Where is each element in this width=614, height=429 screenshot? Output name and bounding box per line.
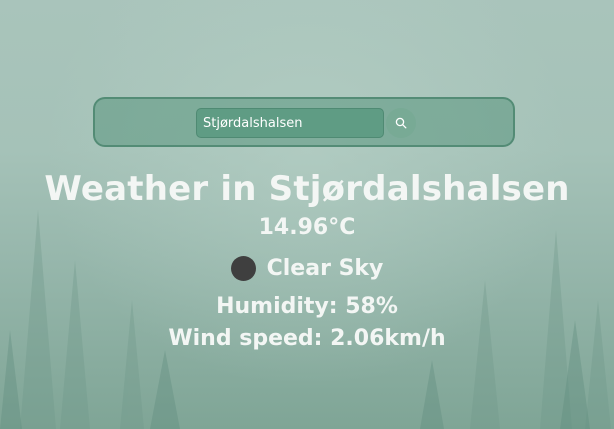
search-bar [93, 97, 515, 147]
weather-panel: Weather in Stjørdalshalsen 14.96°C Clear… [0, 168, 614, 354]
search-button[interactable] [386, 108, 416, 138]
weather-condition-icon [230, 255, 256, 281]
weather-description: Clear Sky [266, 255, 384, 281]
city-title: Weather in Stjørdalshalsen [44, 169, 570, 209]
weather-description-row: Clear Sky [0, 252, 614, 284]
humidity: Humidity: 58% [216, 294, 398, 319]
search-icon [395, 117, 407, 129]
search-input[interactable] [196, 108, 384, 138]
wind-speed: Wind speed: 2.06km/h [168, 326, 446, 351]
temperature: 14.96°C [258, 215, 356, 240]
